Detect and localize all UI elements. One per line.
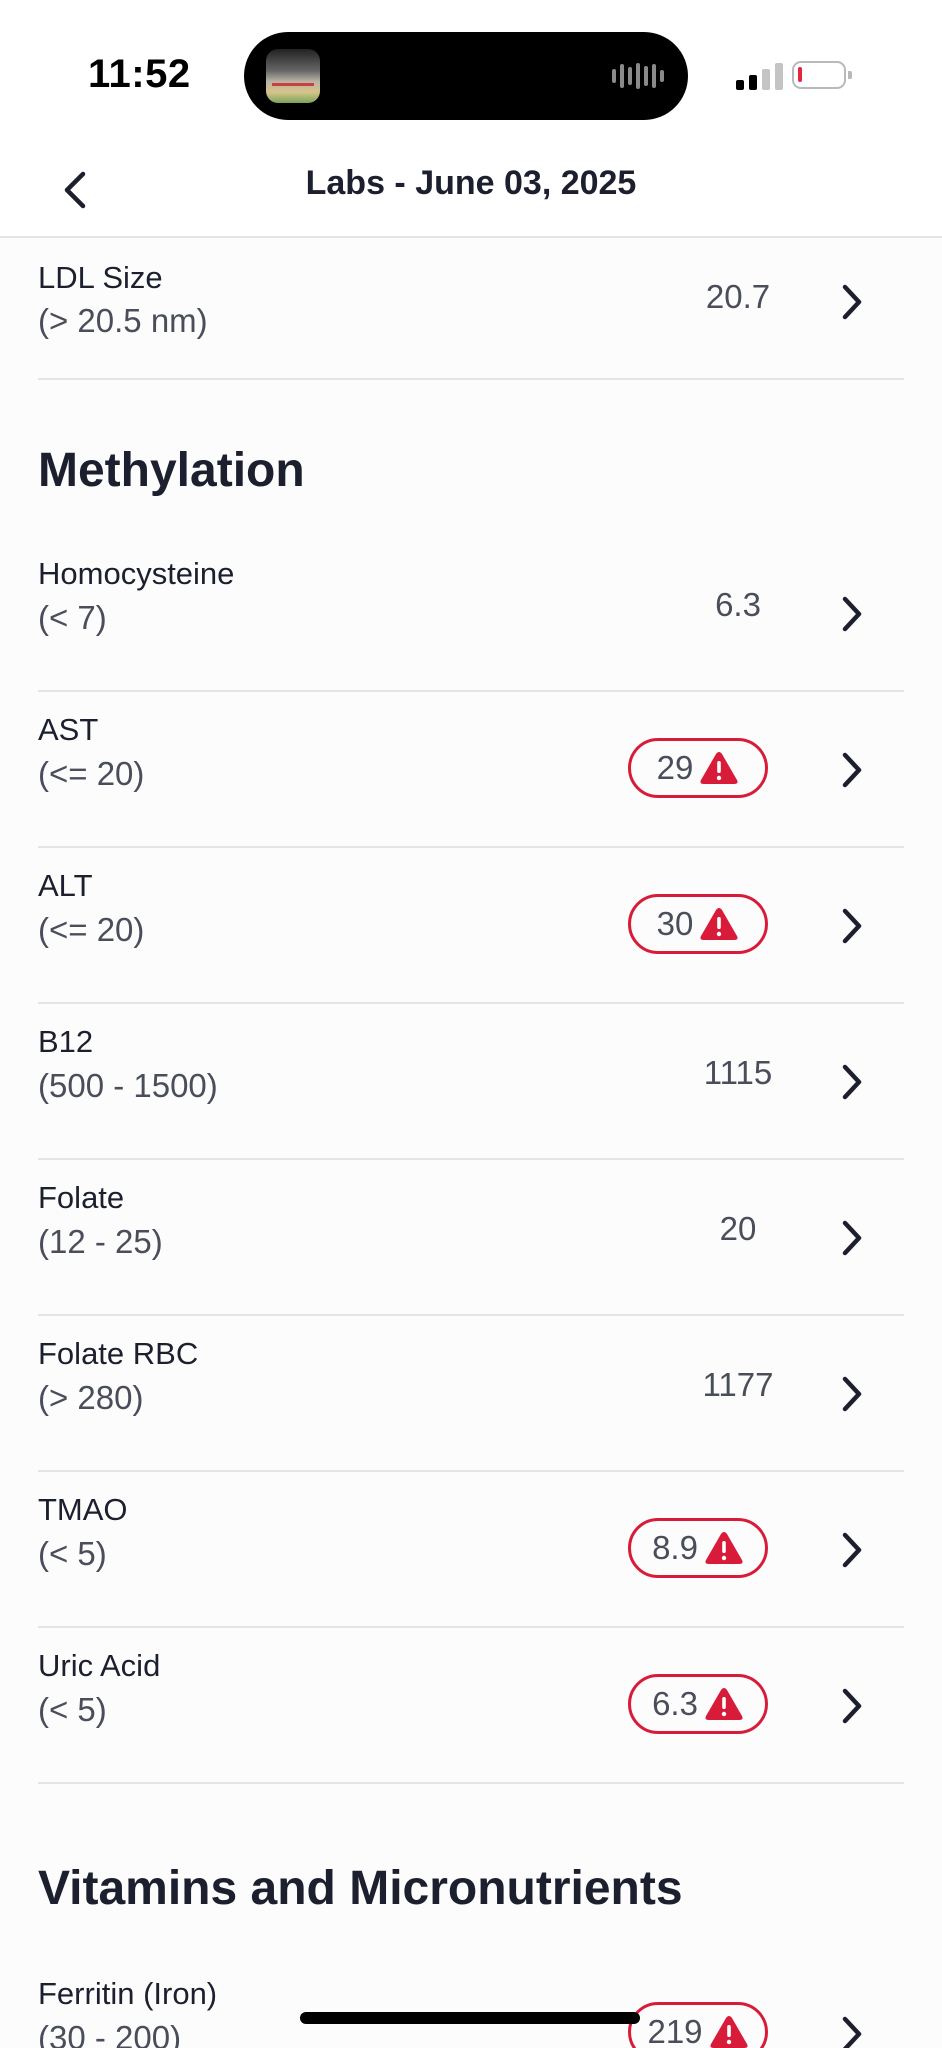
chevron-right-icon	[830, 1060, 874, 1104]
lab-range: (< 7)	[38, 599, 107, 636]
lab-name: AST	[38, 712, 99, 747]
now-playing-artwork	[266, 49, 320, 103]
cellular-signal-icon	[736, 62, 783, 90]
flagged-value-badge: 29	[628, 738, 768, 798]
section-title-methylation: Methylation	[38, 444, 305, 497]
flagged-value-badge: 6.3	[628, 1674, 768, 1734]
lab-value: 29	[656, 749, 694, 786]
section-title-vitamins: Vitamins and Micronutrients	[38, 1862, 683, 1915]
lab-range: (500 - 1500)	[38, 1067, 218, 1104]
chevron-right-icon	[830, 1372, 874, 1416]
warning-triangle-icon	[700, 908, 738, 940]
lab-value: 20.7	[705, 278, 771, 315]
lab-row-b12[interactable]: B12 (500 - 1500) 1115	[38, 1004, 904, 1160]
lab-value: 8.9	[652, 1529, 698, 1566]
lab-row-ldl-size[interactable]: LDL Size (> 20.5 nm) 20.7	[38, 240, 904, 380]
chevron-right-icon	[830, 280, 874, 324]
lab-name: ALT	[38, 868, 93, 903]
lab-name: Uric Acid	[38, 1648, 161, 1683]
lab-range: (< 5)	[38, 1535, 107, 1572]
chevron-right-icon	[830, 904, 874, 948]
lab-row-alt[interactable]: ALT (<= 20) 30	[38, 848, 904, 1004]
warning-triangle-icon	[700, 752, 738, 784]
lab-row-homocysteine[interactable]: Homocysteine (< 7) 6.3	[38, 536, 904, 692]
warning-triangle-icon	[705, 1688, 743, 1720]
flagged-value-badge: 30	[628, 894, 768, 954]
chevron-right-icon	[830, 1528, 874, 1572]
lab-row-uric-acid[interactable]: Uric Acid (< 5) 6.3	[38, 1628, 904, 1784]
lab-row-ferritin[interactable]: Ferritin (Iron) (30 - 200) 219	[38, 1956, 904, 2048]
lab-name: TMAO	[38, 1492, 128, 1527]
lab-range: (12 - 25)	[38, 1223, 163, 1260]
lab-value: 30	[656, 905, 694, 942]
status-bar: 11:52	[0, 0, 942, 140]
lab-range: (30 - 200)	[38, 2019, 182, 2048]
chevron-right-icon	[830, 592, 874, 636]
nav-header: Labs - June 03, 2025	[0, 140, 942, 238]
lab-range: (> 20.5 nm)	[38, 302, 208, 339]
lab-name: LDL Size	[38, 260, 163, 295]
lab-value: 6.3	[652, 1685, 698, 1722]
lab-value: 219	[647, 2013, 703, 2048]
warning-triangle-icon	[709, 2016, 748, 2048]
lab-range: (< 5)	[38, 1691, 107, 1728]
lab-results-list: LDL Size (> 20.5 nm) 20.7 Methylation Ho…	[0, 240, 942, 2048]
lab-name: Folate RBC	[38, 1336, 199, 1371]
home-indicator[interactable]	[300, 2012, 640, 2024]
lab-value: 1177	[702, 1366, 774, 1403]
lab-range: (<= 20)	[38, 911, 145, 948]
chevron-right-icon	[830, 2012, 874, 2048]
page-title: Labs - June 03, 2025	[305, 164, 637, 202]
battery-level	[798, 67, 802, 82]
lab-row-tmao[interactable]: TMAO (< 5) 8.9	[38, 1472, 904, 1628]
audio-waveform-icon	[612, 62, 664, 90]
chevron-right-icon	[830, 1216, 874, 1260]
lab-row-folate[interactable]: Folate (12 - 25) 20	[38, 1160, 904, 1316]
lab-name: Ferritin (Iron)	[38, 1976, 218, 2011]
chevron-right-icon	[830, 748, 874, 792]
warning-triangle-icon	[705, 1532, 743, 1564]
lab-value: 1115	[703, 1054, 773, 1091]
battery-icon	[792, 61, 852, 89]
lab-row-ast[interactable]: AST (<= 20) 29	[38, 692, 904, 848]
lab-range: (<= 20)	[38, 755, 145, 792]
lab-row-folate-rbc[interactable]: Folate RBC (> 280) 1177	[38, 1316, 904, 1472]
lab-range: (> 280)	[38, 1379, 144, 1416]
lab-name: Folate	[38, 1180, 125, 1215]
dynamic-island[interactable]	[244, 32, 688, 120]
lab-value: 20	[719, 1210, 757, 1247]
flagged-value-badge: 219	[628, 2002, 768, 2048]
chevron-right-icon	[830, 1684, 874, 1728]
lab-name: B12	[38, 1024, 94, 1059]
screen: 11:52 Labs - June 03, 2025 LDL Size (> 2…	[0, 0, 942, 2048]
status-time: 11:52	[88, 52, 191, 96]
lab-name: Homocysteine	[38, 556, 235, 591]
flagged-value-badge: 8.9	[628, 1518, 768, 1578]
lab-value: 6.3	[715, 586, 761, 623]
